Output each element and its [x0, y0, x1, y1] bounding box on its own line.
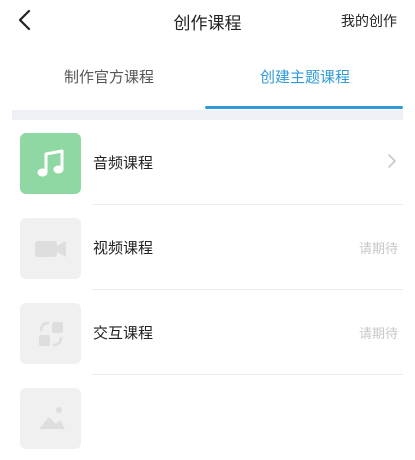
coming-soon-status: 请期待 — [358, 327, 398, 342]
course-label: 音频课程 — [93, 154, 154, 172]
chevron-right-icon — [386, 153, 398, 169]
course-row-audio[interactable]: 音频课程 — [0, 120, 415, 205]
top-nav-bar: 创作课程 我的创作 — [0, 0, 415, 44]
course-row-interactive[interactable]: 交互课程 请期待 — [0, 290, 415, 375]
active-tab-indicator — [205, 106, 403, 109]
course-label: 交互课程 — [93, 324, 154, 342]
course-row-partial[interactable] — [0, 375, 415, 460]
section-divider — [12, 110, 403, 120]
coming-soon-status: 请期待 — [358, 242, 398, 257]
course-row-video[interactable]: 视频课程 请期待 — [0, 205, 415, 290]
course-type-tabs: 制作官方课程 创建主题课程 — [0, 52, 415, 110]
interactive-icon — [20, 303, 81, 364]
video-camera-icon — [20, 218, 81, 279]
course-label: 视频课程 — [93, 239, 154, 257]
tab-official-course[interactable]: 制作官方课程 — [64, 66, 154, 87]
tab-topic-course[interactable]: 创建主题课程 — [260, 66, 350, 87]
image-icon — [20, 388, 81, 449]
my-creations-button[interactable]: 我的创作 — [341, 11, 397, 31]
music-note-icon — [20, 133, 81, 194]
